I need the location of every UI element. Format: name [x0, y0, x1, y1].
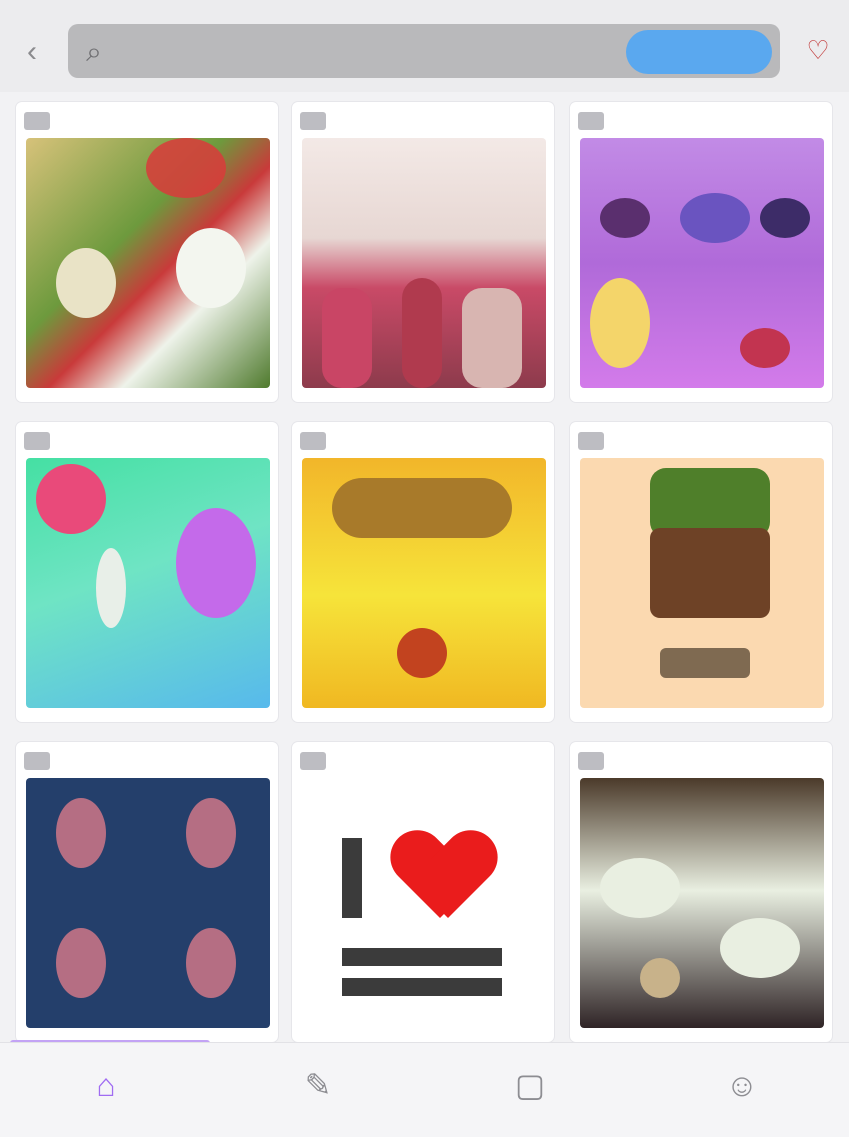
bottom-tab-bar: ⌂ ✎ ▢ ☺ — [0, 1042, 849, 1137]
image-thumb-pattern[interactable] — [26, 778, 270, 1028]
heart-icon — [394, 832, 494, 922]
card-badge — [24, 432, 50, 450]
tab-home[interactable]: ⌂ — [0, 1043, 212, 1137]
profile-icon: ☺ — [725, 1067, 759, 1103]
card-badge — [24, 752, 50, 770]
notification-icon[interactable]: ♡ — [798, 28, 838, 72]
tab-profile[interactable]: ☺ — [636, 1043, 848, 1137]
grid-card[interactable] — [570, 422, 832, 722]
grid-card[interactable] — [292, 742, 554, 1042]
grid-card[interactable] — [16, 102, 278, 402]
grid-card[interactable] — [570, 102, 832, 402]
image-thumb-dark[interactable] — [580, 778, 824, 1028]
card-badge — [300, 752, 326, 770]
bag-icon: ▢ — [514, 1067, 546, 1103]
tab-shop[interactable]: ▢ — [424, 1043, 636, 1137]
top-bar: ‹ ⌕ ♡ — [0, 0, 849, 92]
image-thumb-fashion[interactable] — [302, 138, 546, 388]
search-button[interactable] — [626, 30, 772, 74]
grid-card[interactable] — [292, 102, 554, 402]
grid-card[interactable] — [570, 742, 832, 1042]
card-badge — [578, 752, 604, 770]
tab-create[interactable]: ✎ — [212, 1043, 424, 1137]
image-thumb-balloons[interactable] — [26, 458, 270, 708]
card-badge — [578, 432, 604, 450]
image-grid — [0, 92, 849, 1042]
home-icon: ⌂ — [96, 1067, 116, 1103]
card-badge — [300, 432, 326, 450]
image-thumb-purple[interactable] — [580, 138, 824, 388]
grid-card[interactable] — [16, 742, 278, 1042]
card-badge — [300, 112, 326, 130]
brush-icon: ✎ — [304, 1067, 332, 1103]
search-icon: ⌕ — [86, 36, 102, 67]
image-thumb-yellow[interactable] — [302, 458, 546, 708]
card-badge — [578, 112, 604, 130]
image-thumb-block[interactable] — [580, 458, 824, 708]
grid-card[interactable] — [292, 422, 554, 722]
image-thumb-i-love[interactable] — [302, 778, 546, 1028]
card-badge — [24, 112, 50, 130]
image-thumb-floral[interactable] — [26, 138, 270, 388]
grid-card[interactable] — [16, 422, 278, 722]
back-arrow-icon[interactable]: ‹ — [12, 32, 52, 72]
